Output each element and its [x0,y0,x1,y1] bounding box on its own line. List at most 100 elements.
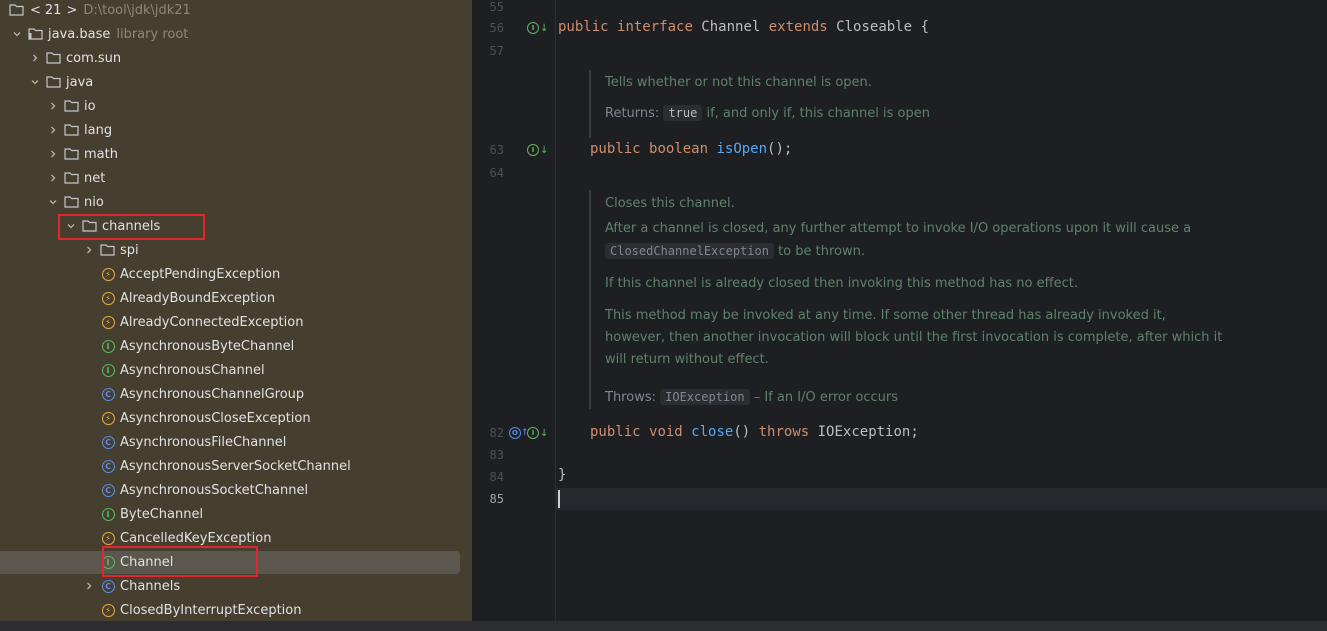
override-icon: O [509,427,521,439]
library-folder-icon [28,26,44,42]
tree-item-label: AsynchronousByteChannel [120,338,295,354]
line-number: 56 [489,21,504,35]
tree-item-label: ClosedByInterruptException [120,602,302,618]
tree-item-alreadyconnectedexception[interactable]: ⚡ AlreadyConnectedException [0,310,472,334]
back-button[interactable]: < [30,3,41,18]
exception-icon: ⚡ [100,410,116,426]
tree-item-channels[interactable]: C Channels [0,574,472,598]
chevron-placeholder [82,291,96,305]
class-icon: C [100,482,116,498]
tree-item-spi[interactable]: spi [0,238,472,262]
tree-item-label: java.base [48,26,111,42]
tree-item-asynchronousbytechannel[interactable]: I AsynchronousByteChannel [0,334,472,358]
implemented-method-gutter-icon[interactable]: I ↓ [527,427,548,439]
tree-item-label: AsynchronousSocketChannel [120,482,309,498]
tree-item-closedbyinterruptexception[interactable]: ⚡ ClosedByInterruptException [0,598,472,621]
keyword: public [590,141,641,157]
keyword: public [590,424,641,440]
tree-item-asynchronouscloseexception[interactable]: ⚡ AsynchronousCloseException [0,406,472,430]
tree-item-label: spi [120,242,139,258]
chevron-down-icon[interactable] [10,27,24,41]
tree-item-label: AcceptPendingException [120,266,281,282]
folder-icon [46,74,62,90]
tree-item-label: AsynchronousChannelGroup [120,386,305,402]
doc-summary: Closes this channel. [605,196,735,211]
chevron-right-icon[interactable] [82,243,96,257]
tree-item-label: lang [84,122,113,138]
tree-item-io[interactable]: io [0,94,472,118]
line-number: 64 [489,166,504,180]
chevron-right-icon[interactable] [46,171,60,185]
tree-item-net[interactable]: net [0,166,472,190]
tree-item-acceptpendingexception[interactable]: ⚡ AcceptPendingException [0,262,472,286]
highlight-box-channel [102,546,258,577]
chevron-placeholder [82,267,96,281]
code-line-82[interactable]: public void close() throws IOException; [590,424,919,440]
tree-item-label: AlreadyConnectedException [120,314,304,330]
chevron-placeholder [82,483,96,497]
type-name: Channel [692,19,769,35]
doc-paragraph: This method may be invoked at any time. … [605,308,1223,367]
doc-summary: Tells whether or not this channel is ope… [605,75,872,90]
code-editor[interactable]: 55 56 57 63 64 82 83 84 85 I ↓ I ↓ O ↑ I ↓ p… [472,0,1327,621]
tree-item-label: AsynchronousFileChannel [120,434,287,450]
tree-item-label: java [66,74,94,90]
tree-item-alreadyboundexception[interactable]: ⚡ AlreadyBoundException [0,286,472,310]
interface-icon: I [100,338,116,354]
folder-icon [64,98,80,114]
forward-separator: > [66,2,78,18]
keyword: void [649,424,683,440]
code-line-56[interactable]: public interface Channel extends Closeab… [558,19,929,35]
chevron-right-icon[interactable] [82,579,96,593]
doc-throws-code: IOException [660,389,750,405]
interface-icon: I [527,427,539,439]
tree-item-nio[interactable]: nio [0,190,472,214]
doc-returns-text: if, and only if, this channel is open [702,106,930,121]
doc-returns-code: true [663,105,703,121]
exception-icon: ⚡ [100,530,116,546]
folder-icon [64,194,80,210]
class-icon: C [100,386,116,402]
chevron-right-icon[interactable] [46,123,60,137]
tree-item-asynchronouschannelgroup[interactable]: C AsynchronousChannelGroup [0,382,472,406]
class-icon: C [100,578,116,594]
doc-paragraph-tail: to be thrown. [773,244,866,259]
tree-item-lang[interactable]: lang [0,118,472,142]
tree-item-com-sun[interactable]: com.sun [0,46,472,70]
chevron-down-icon[interactable] [46,195,60,209]
chevron-down-icon[interactable] [28,75,42,89]
chevron-placeholder [82,435,96,449]
implemented-method-gutter-icon[interactable]: I ↓ [527,144,548,156]
project-tree-panel: < 21 > D:\tool\jdk\jdk21 java.base librar… [0,0,472,621]
chevron-placeholder [82,339,96,353]
tree-item-asynchronouschannel[interactable]: I AsynchronousChannel [0,358,472,382]
tree-item-bytechannel[interactable]: I ByteChannel [0,502,472,526]
tree-item-asynchronoussocketchannel[interactable]: C AsynchronousSocketChannel [0,478,472,502]
tree-item-asynchronousfilechannel[interactable]: C AsynchronousFileChannel [0,430,472,454]
line-number: 84 [489,470,504,484]
text-caret [558,490,560,508]
chevron-right-icon[interactable] [46,147,60,161]
tree-item-java-base[interactable]: java.base library root [0,22,472,46]
exception-icon: ⚡ [100,290,116,306]
jdk-version: 21 [44,2,62,18]
folder-icon [64,146,80,162]
line-number-current: 85 [489,492,504,506]
code-line-63[interactable]: public boolean isOpen(); [590,141,792,157]
gutter-separator [555,0,556,621]
tree-item-asynchronousserversocketchannel[interactable]: C AsynchronousServerSocketChannel [0,454,472,478]
overrides-method-gutter-icon[interactable]: O ↑ [509,427,529,439]
tree-item-java[interactable]: java [0,70,472,94]
code-line-84[interactable]: } [558,467,566,483]
tree-item-label: AsynchronousServerSocketChannel [120,458,351,474]
implemented-interface-gutter-icon[interactable]: I ↓ [527,22,548,34]
tree-item-label: ByteChannel [120,506,204,522]
code-text: (); [767,141,793,157]
tree-item-math[interactable]: math [0,142,472,166]
chevron-right-icon[interactable] [28,51,42,65]
tree-item-label: AsynchronousChannel [120,362,265,378]
doc-exception-code: ClosedChannelException [605,243,774,259]
chevron-placeholder [82,555,96,569]
tree-header-row[interactable]: < 21 > D:\tool\jdk\jdk21 [0,0,472,22]
chevron-right-icon[interactable] [46,99,60,113]
